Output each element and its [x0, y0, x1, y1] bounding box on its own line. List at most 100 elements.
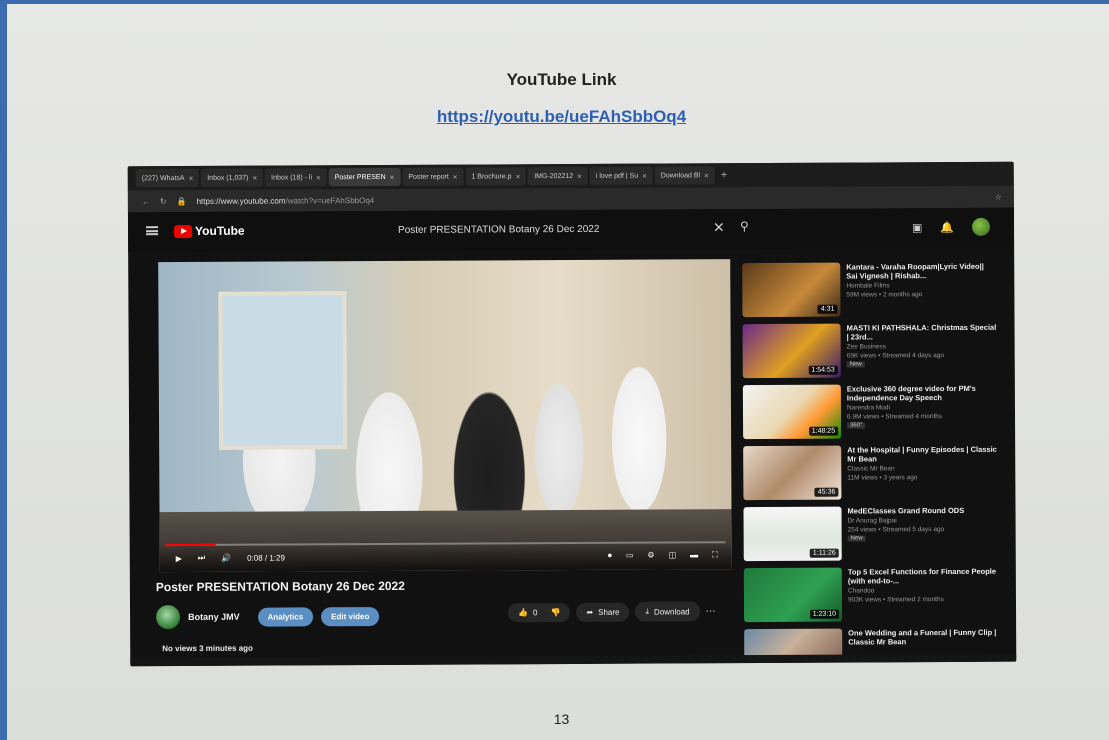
related-title: One Wedding and a Funeral | Funny Clip |… — [848, 627, 997, 647]
subtitles-icon[interactable]: ▭ — [626, 551, 634, 561]
search-icon[interactable]: ⚲ — [740, 219, 749, 233]
new-tab-icon[interactable]: + — [721, 169, 728, 181]
tab-8[interactable]: Download Bl × — [654, 166, 715, 185]
tab-label: Poster PRESEN — [334, 173, 386, 181]
close-icon[interactable]: × — [704, 171, 709, 180]
header-video-title: Poster PRESENTATION Botany 26 Dec 2022 — [398, 223, 600, 236]
close-icon[interactable]: × — [189, 173, 194, 182]
related-item[interactable]: 1:54:53 MASTI KI PATHSHALA: Christmas Sp… — [742, 323, 1003, 380]
close-icon[interactable]: × — [516, 172, 521, 181]
close-icon[interactable]: × — [577, 171, 582, 180]
download-button[interactable]: ⤓ Download — [635, 601, 700, 622]
close-icon[interactable]: × — [316, 173, 321, 182]
related-title: Top 5 Excel Functions for Finance People… — [847, 566, 997, 586]
related-views: 254 views • Streamed 5 days ago — [847, 526, 945, 534]
player-controls: ▶ ⏭ 🔊 0:08 / 1:29 ⏺ ▭ ⚙ ◫ ▬ ⛶ — [159, 541, 732, 573]
related-channel: Dr Anurag Bajpai — [847, 517, 897, 525]
thumbs-down-icon[interactable]: 👎 — [550, 608, 560, 617]
related-views: 69K views • Streamed 4 days ago — [846, 352, 945, 360]
tab-3[interactable]: Poster PRESEN × — [328, 167, 401, 187]
video-player[interactable] — [158, 259, 732, 573]
video-thumbnail[interactable]: 1:11:26 — [743, 506, 842, 562]
player-right-controls: ⏺ ▭ ⚙ ◫ ▬ ⛶ — [608, 550, 732, 561]
share-label: Share — [598, 607, 620, 617]
tab-0[interactable]: (227) WhatsA × — [135, 168, 200, 188]
tab-label: (227) WhatsA — [141, 174, 185, 182]
related-item[interactable]: 4:31 Kantara - Varaha Roopam|Lyric Video… — [742, 262, 1002, 319]
related-item[interactable]: 1:48:25 Exclusive 360 degree video for P… — [742, 384, 1003, 441]
related-item[interactable]: 1:11:26 MedEClasses Grand Round ODS Dr An… — [743, 506, 1003, 563]
create-icon[interactable]: ▣ — [912, 221, 922, 234]
back-icon[interactable]: ← — [142, 197, 150, 206]
new-badge: New — [846, 361, 865, 368]
tab-5[interactable]: 1 Brochure.p × — [465, 167, 527, 186]
like-button[interactable]: 👍 0 👎 — [507, 602, 571, 622]
related-channel: Hombale Films — [846, 282, 890, 290]
close-icon[interactable]: × — [642, 171, 647, 180]
related-channel: Classic Mr Bean — [847, 465, 895, 473]
youtube-header: YouTube Poster PRESENTATION Botany 26 De… — [127, 207, 1015, 253]
tab-6[interactable]: IMG-202212 × — [528, 166, 588, 186]
theater-icon[interactable]: ▬ — [690, 550, 698, 560]
taskbar — [130, 653, 1017, 667]
tab-label: 1 Brochure.p — [471, 172, 512, 181]
video-thumbnail[interactable]: 1:23:10 — [743, 567, 843, 623]
channel-avatar[interactable] — [155, 605, 181, 630]
channel-name[interactable]: Botany JMV — [188, 612, 240, 622]
video-thumbnail[interactable]: 45:36 — [743, 445, 842, 501]
url-path: /watch?v=ueFAhSbbOq4 — [285, 195, 375, 205]
account-avatar[interactable] — [971, 217, 991, 236]
settings-icon[interactable]: ⚙ — [647, 551, 654, 561]
play-icon[interactable]: ▶ — [176, 554, 182, 563]
duration-badge: 1:54:53 — [808, 365, 838, 375]
duration-badge: 1:11:26 — [809, 548, 839, 558]
duration-badge: 1:48:25 — [808, 426, 839, 436]
tab-4[interactable]: Poster report × — [402, 167, 464, 186]
share-button[interactable]: ➦ Share — [576, 602, 630, 622]
edit-video-button[interactable]: Edit video — [321, 606, 380, 626]
fullscreen-icon[interactable]: ⛶ — [712, 550, 718, 560]
download-label: Download — [654, 606, 690, 617]
close-icon[interactable]: × — [390, 172, 395, 181]
related-item[interactable]: 45:36 At the Hospital | Funny Episodes |… — [743, 445, 1003, 502]
close-icon[interactable]: × — [453, 172, 458, 181]
volume-icon[interactable]: 🔊 — [221, 553, 231, 562]
share-icon: ➦ — [586, 607, 594, 617]
youtube-logo[interactable]: YouTube — [174, 224, 245, 238]
refresh-icon[interactable]: ↻ — [160, 197, 167, 206]
video-thumbnail[interactable]: 4:31 — [742, 262, 841, 318]
url-field[interactable]: https://www.youtube.com/watch?v=ueFAhSbb… — [196, 192, 985, 206]
bell-icon[interactable]: 🔔 — [940, 220, 954, 233]
next-icon[interactable]: ⏭ — [198, 553, 205, 563]
tab-label: Download Bl — [660, 171, 701, 180]
related-views: 6.9M views • Streamed 4 months — [847, 413, 943, 421]
youtube-wordmark: YouTube — [194, 223, 245, 238]
close-icon[interactable]: × — [252, 173, 257, 182]
related-item[interactable]: 1:23:10 Top 5 Excel Functions for Financ… — [743, 566, 1004, 624]
tab-1[interactable]: Inbox (1,037) × — [201, 168, 264, 187]
tab-2[interactable]: Inbox (18) - li × — [265, 168, 327, 187]
time-display: 0:08 / 1:29 — [247, 553, 285, 563]
menu-icon[interactable] — [146, 226, 159, 236]
duration-badge: 1:23:10 — [809, 609, 840, 619]
more-icon[interactable]: ⋯ — [706, 606, 716, 617]
video-thumbnail[interactable]: 1:48:25 — [742, 384, 842, 440]
related-channel: Narendra Modi — [846, 404, 890, 412]
star-icon[interactable]: ☆ — [995, 192, 1002, 201]
duration-badge: 4:31 — [817, 304, 838, 314]
youtube-link[interactable]: https://youtu.be/ueFAhSbbOq4 — [7, 107, 1109, 127]
tab-7[interactable]: i love pdf | Su × — [589, 166, 653, 185]
tab-label: IMG-202212 — [534, 172, 574, 180]
url-host: https://www.youtube.com — [196, 195, 286, 206]
miniplayer-icon[interactable]: ◫ — [669, 550, 677, 560]
progress-fill — [165, 543, 217, 547]
related-channel: Chandoo — [847, 587, 875, 595]
autoplay-toggle[interactable]: ⏺ — [608, 551, 612, 561]
like-count: 0 — [532, 607, 538, 617]
analytics-button[interactable]: Analytics — [257, 606, 314, 627]
close-icon[interactable]: ✕ — [713, 219, 725, 236]
tab-label: Inbox (1,037) — [207, 174, 249, 182]
related-title: At the Hospital | Funny Episodes | Class… — [847, 444, 997, 464]
video-thumbnail[interactable]: 1:54:53 — [742, 323, 841, 379]
tab-label: Inbox (18) - li — [271, 173, 313, 182]
